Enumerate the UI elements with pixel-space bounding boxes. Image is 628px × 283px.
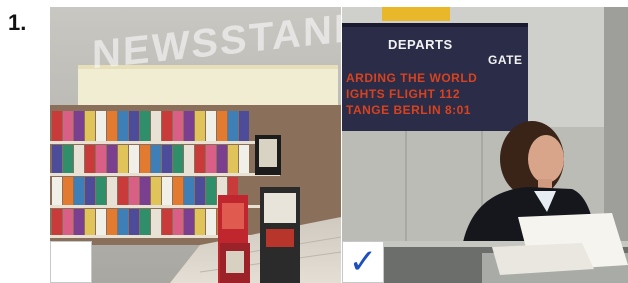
- magazine: [96, 111, 106, 141]
- magazine: [107, 111, 117, 141]
- magazine: [140, 209, 150, 235]
- magazine: [217, 145, 227, 173]
- magazine: [85, 145, 95, 173]
- airport-gate-scene: [342, 7, 628, 283]
- magazine: [217, 111, 227, 141]
- magazine: [107, 145, 117, 173]
- magazine: [162, 209, 172, 235]
- magazine: [239, 111, 249, 141]
- magazine: [173, 145, 183, 173]
- magazine: [129, 177, 139, 205]
- magazine: [118, 111, 128, 141]
- magazine: [228, 145, 238, 173]
- shelf-edge: [50, 141, 280, 144]
- magazine: [162, 145, 172, 173]
- magazine: [140, 111, 150, 141]
- magazine: [63, 209, 73, 235]
- magazine: [118, 177, 128, 205]
- magazine: [52, 111, 62, 141]
- magazine: [96, 177, 106, 205]
- magazine: [151, 111, 161, 141]
- magazine: [195, 209, 205, 235]
- magazine: [239, 145, 249, 173]
- question-number: 1.: [8, 10, 27, 35]
- magazine: [206, 111, 216, 141]
- magazine: [85, 209, 95, 235]
- magazine: [162, 111, 172, 141]
- board-row-1: ARDING THE WORLD: [346, 71, 478, 85]
- magazine: [85, 177, 95, 205]
- magazine: [74, 177, 84, 205]
- answer-checkbox-right[interactable]: ✓: [342, 241, 384, 283]
- magazine: [206, 209, 216, 235]
- magazine: [63, 177, 73, 205]
- magazine: [140, 145, 150, 173]
- magazine: [74, 209, 84, 235]
- airport-gate-photo[interactable]: DEPARTS GATE ARDING THE WORLD IGHTS FLIG…: [342, 7, 628, 283]
- magazine: [173, 209, 183, 235]
- magazine: [63, 145, 73, 173]
- newsstand-photo[interactable]: NEWSSTAND: [50, 7, 341, 283]
- magazine: [184, 177, 194, 205]
- answer-checkbox-left[interactable]: [50, 241, 92, 283]
- magazine: [74, 145, 84, 173]
- magazine: [52, 177, 62, 205]
- magazine: [195, 111, 205, 141]
- magazine: [206, 145, 216, 173]
- board-header-departs: DEPARTS: [388, 37, 453, 52]
- board-row-3: TANGE BERLIN 8:01: [346, 103, 471, 117]
- magazine: [52, 145, 62, 173]
- magazine: [151, 209, 161, 235]
- magazine: [63, 111, 73, 141]
- magazine: [184, 145, 194, 173]
- magazine: [96, 209, 106, 235]
- magazine: [129, 209, 139, 235]
- magazine: [162, 177, 172, 205]
- magazine: [85, 111, 95, 141]
- magazine: [228, 111, 238, 141]
- magazine: [96, 145, 106, 173]
- magazine: [129, 145, 139, 173]
- magazine: [118, 145, 128, 173]
- magazine: [173, 177, 183, 205]
- magazine: [206, 177, 216, 205]
- magazine: [107, 177, 117, 205]
- magazine: [184, 209, 194, 235]
- board-row-2: IGHTS FLIGHT 112: [346, 87, 461, 101]
- magazine: [195, 177, 205, 205]
- magazine: [129, 111, 139, 141]
- magazine: [118, 209, 128, 235]
- checkmark-icon: ✓: [348, 242, 378, 282]
- magazine: [184, 111, 194, 141]
- magazine: [195, 145, 205, 173]
- magazine: [52, 209, 62, 235]
- magazine: [173, 111, 183, 141]
- magazine: [107, 209, 117, 235]
- board-header-gate: GATE: [488, 53, 523, 67]
- magazine: [140, 177, 150, 205]
- magazine: [74, 111, 84, 141]
- magazine: [151, 177, 161, 205]
- magazine: [151, 145, 161, 173]
- shelf-edge: [50, 173, 280, 176]
